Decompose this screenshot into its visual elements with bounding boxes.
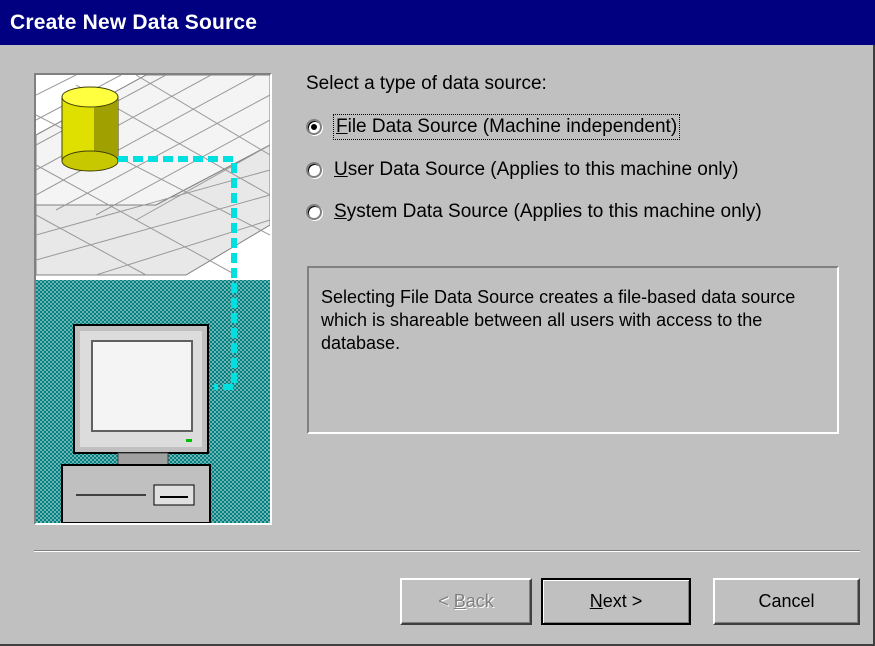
radio-button-system[interactable] [306, 204, 322, 220]
cancel-button[interactable]: Cancel [713, 578, 860, 625]
description-box: Selecting File Data Source creates a fil… [307, 266, 839, 434]
radio-button-user[interactable] [306, 162, 322, 178]
radio-file-data-source[interactable]: File Data Source (Machine independent) [306, 113, 681, 141]
radio-label-file[interactable]: File Data Source (Machine independent) [332, 114, 681, 140]
database-to-computer-illustration [36, 75, 270, 523]
back-button[interactable]: < Back [400, 578, 532, 625]
data-source-prompt: Select a type of data source: [306, 73, 547, 94]
radio-user-data-source[interactable]: User Data Source (Applies to this machin… [306, 156, 738, 184]
window-title: Create New Data Source [10, 11, 258, 34]
radio-system-data-source[interactable]: System Data Source (Applies to this mach… [306, 198, 762, 226]
description-text: Selecting File Data Source creates a fil… [321, 287, 796, 353]
radio-label-user[interactable]: User Data Source (Applies to this machin… [334, 159, 738, 181]
title-bar: Create New Data Source [0, 0, 875, 45]
computer-icon [61, 324, 211, 523]
illustration-panel [34, 73, 272, 525]
radio-button-file[interactable] [306, 119, 322, 135]
dialog-window: Create New Data Source Select a type of … [0, 0, 875, 646]
database-cylinder-icon [61, 86, 119, 172]
button-separator [34, 550, 860, 552]
next-button[interactable]: Next > [541, 578, 691, 625]
radio-label-system[interactable]: System Data Source (Applies to this mach… [334, 201, 762, 223]
